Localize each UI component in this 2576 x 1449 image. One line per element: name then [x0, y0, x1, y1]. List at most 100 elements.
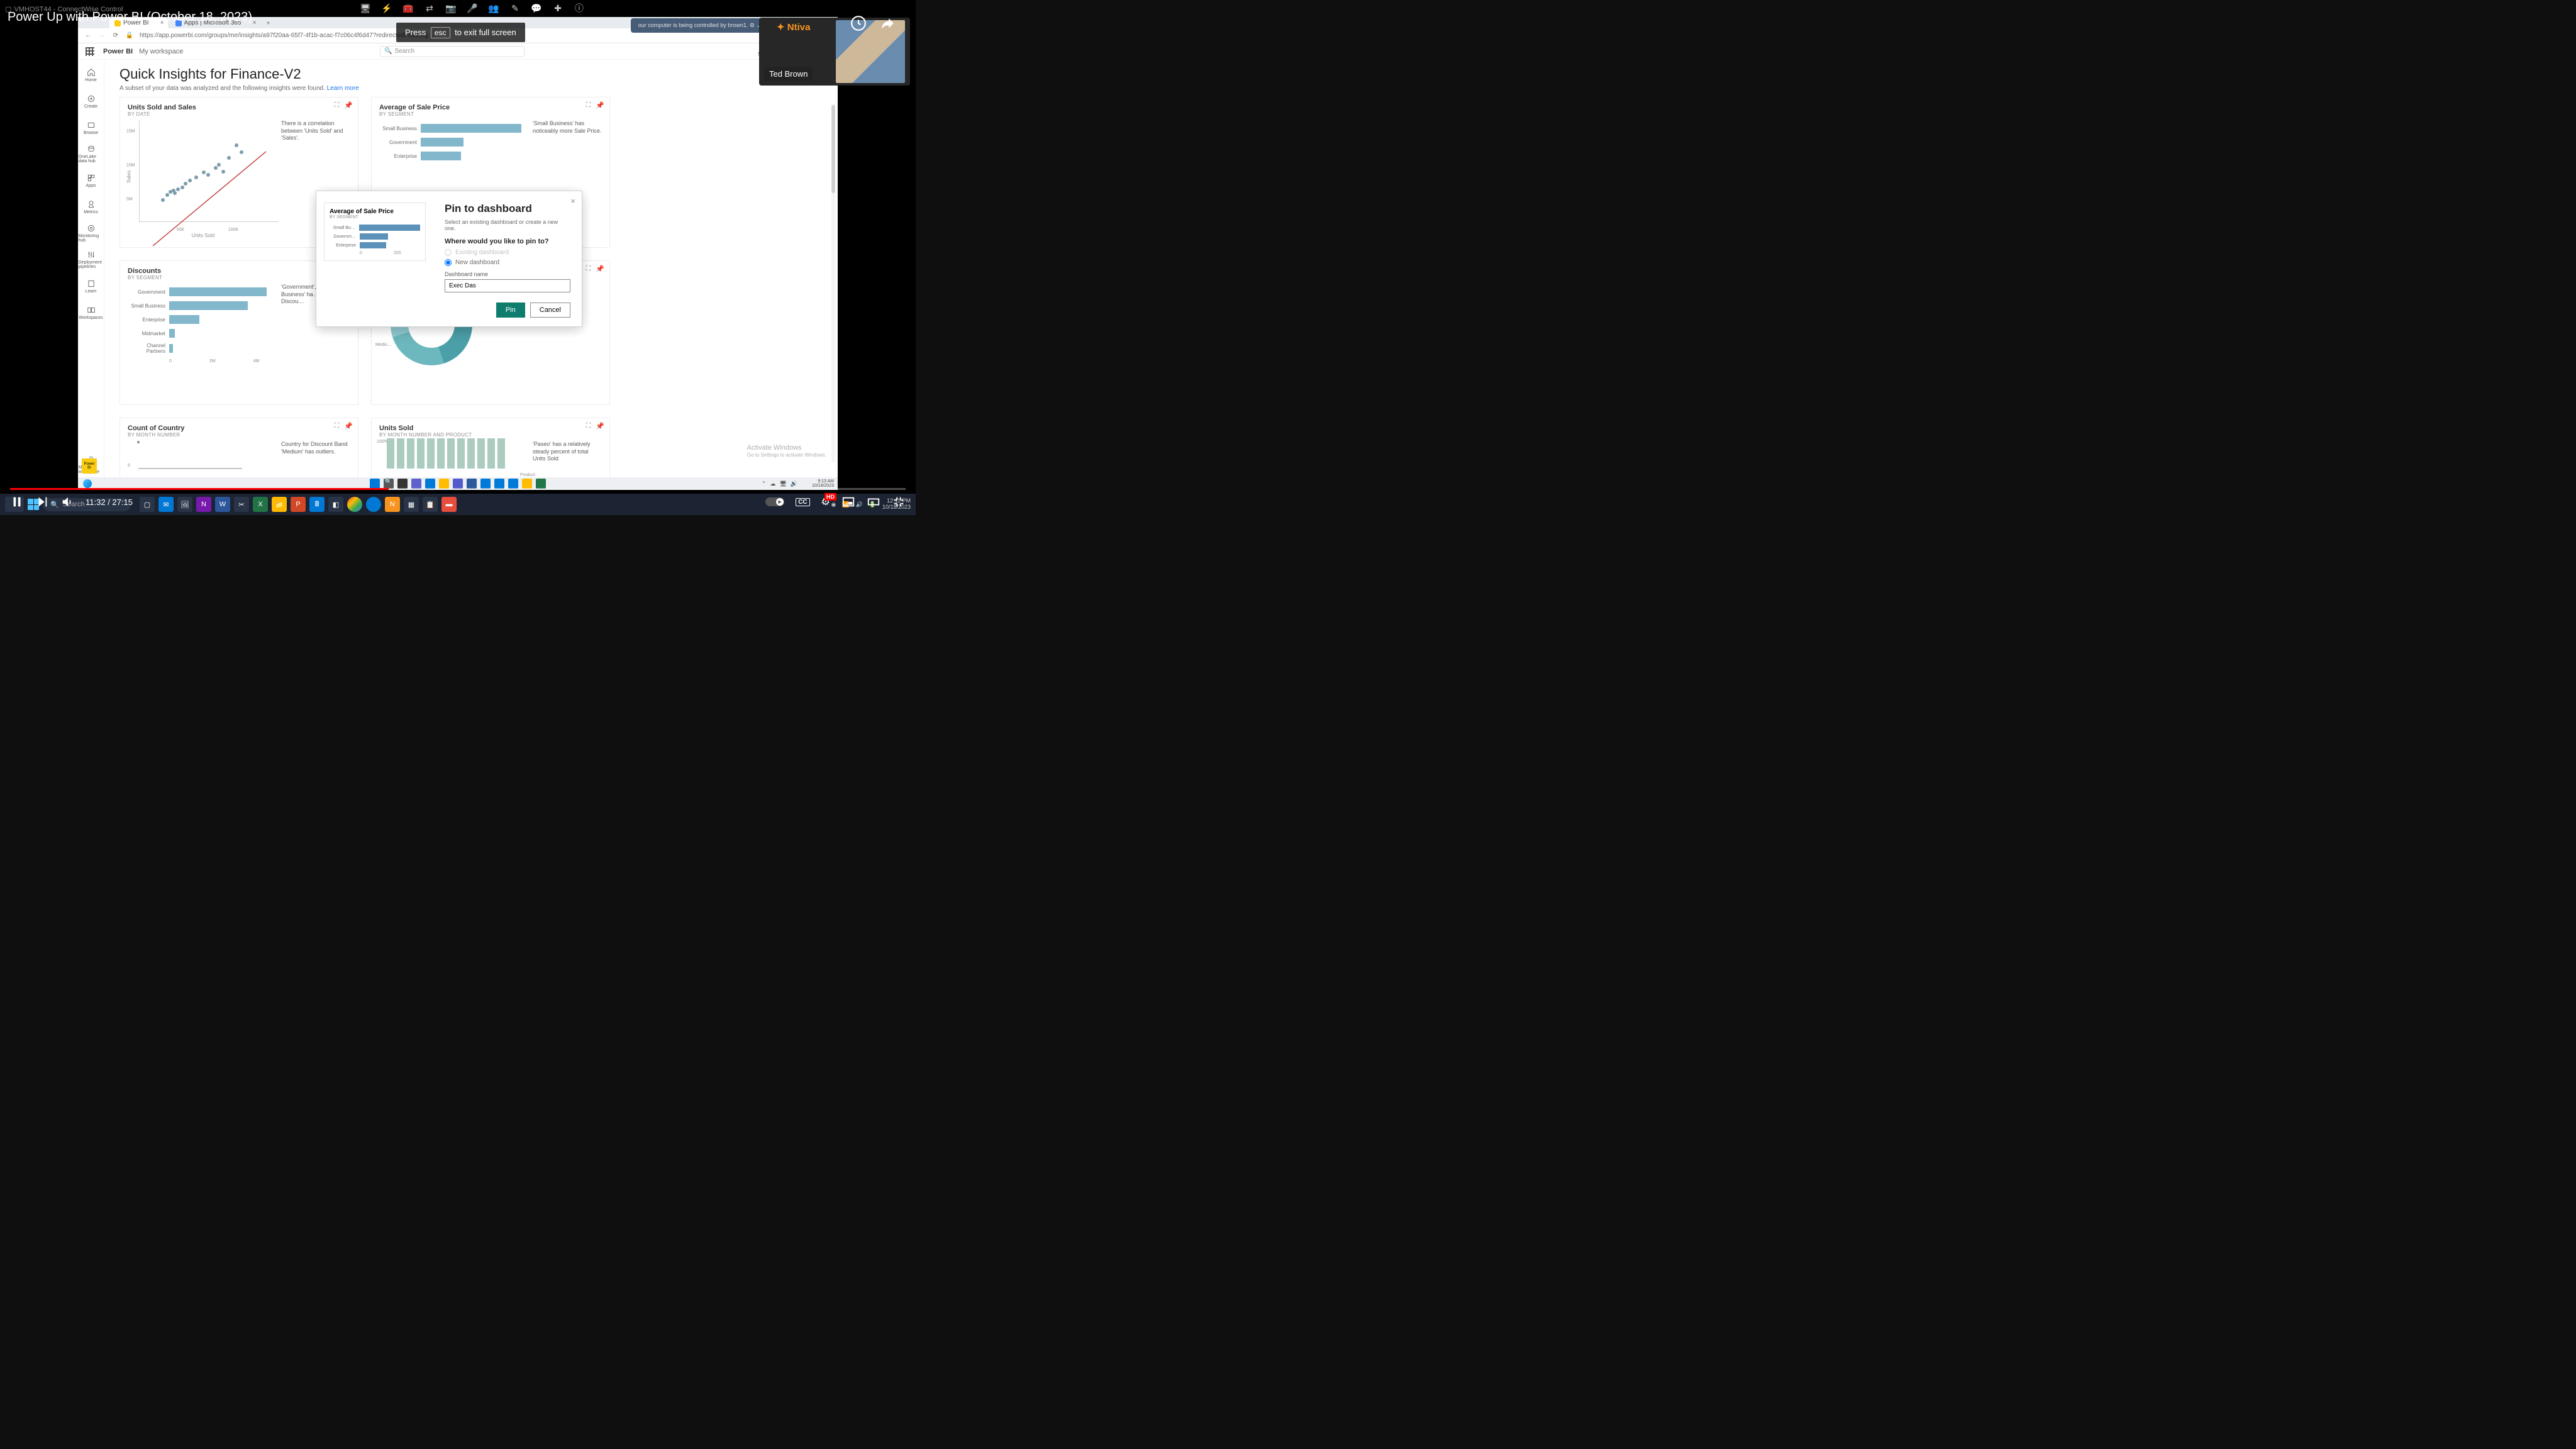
card-subtitle: BY DATE: [128, 111, 350, 117]
app-launcher-icon[interactable]: [86, 47, 94, 56]
tb-teams[interactable]: [411, 479, 421, 489]
video-title: Power Up with Power BI (October 18, 2023…: [8, 10, 252, 25]
nav-metrics[interactable]: Metrics: [79, 194, 104, 219]
forward-icon[interactable]: →: [98, 32, 106, 40]
modal-title: Pin to dashboard: [445, 203, 570, 215]
refresh-icon[interactable]: ⟳: [112, 32, 119, 40]
stacked-bar-chart: [387, 437, 513, 469]
brand-label: Power BI: [103, 48, 133, 55]
modal-close-button[interactable]: ×: [570, 196, 575, 206]
volume-button[interactable]: [60, 495, 74, 509]
youtube-top-actions: [850, 15, 896, 31]
pin-dashboard-modal: Average of Sale Price BY SEGMENT Small B…: [316, 191, 582, 327]
dashboard-name-input[interactable]: [445, 279, 570, 292]
radio-existing[interactable]: Existing dashboard: [445, 249, 570, 256]
card-title: Units Sold: [379, 425, 602, 432]
nav-apps[interactable]: Apps: [79, 168, 104, 193]
focus-icon[interactable]: ⛶: [335, 422, 340, 430]
tb-stickynotes[interactable]: [522, 479, 532, 489]
page-title: Quick Insights for Finance-V2: [119, 66, 823, 82]
lock-icon: 🔒: [126, 32, 133, 40]
ntiva-logo: Ntiva: [777, 21, 810, 33]
edge-icon[interactable]: [83, 479, 92, 488]
nav-workspaces[interactable]: Workspaces: [79, 300, 104, 325]
back-icon[interactable]: ←: [84, 32, 92, 40]
tb-search[interactable]: 🔍: [384, 479, 394, 489]
focus-icon[interactable]: ⛶: [335, 101, 340, 109]
system-tray[interactable]: ⌃☁🖥🔊: [762, 480, 797, 487]
control-banner: our computer is being controlled by brow…: [631, 18, 769, 33]
fullscreen-exit-button[interactable]: [892, 495, 906, 509]
nav-learn[interactable]: Learn: [79, 274, 104, 299]
tb-outlook[interactable]: [480, 479, 491, 489]
tb-teams2[interactable]: [453, 479, 463, 489]
nav-create[interactable]: Create: [79, 89, 104, 114]
cancel-button[interactable]: Cancel: [530, 303, 570, 318]
pin-icon[interactable]: 📌: [596, 422, 604, 430]
axis-label: Mediu…: [375, 343, 392, 347]
remote-clock: 9:13 AM 10/18/2023: [812, 479, 834, 488]
workspace-label[interactable]: My workspace: [139, 48, 183, 55]
nav-onelake[interactable]: OneLake data hub: [79, 142, 104, 167]
nav-deployment[interactable]: Deployment pipelines: [79, 247, 104, 272]
next-button[interactable]: [35, 495, 49, 509]
display-icon[interactable]: 🖥: [360, 3, 371, 14]
settings-button[interactable]: ⚙HD: [821, 496, 830, 508]
tb-windows[interactable]: [370, 479, 380, 489]
toolbox-icon[interactable]: 🧰: [402, 3, 414, 14]
focus-icon[interactable]: ⛶: [586, 265, 591, 273]
scrollbar[interactable]: [831, 104, 835, 462]
insight-card-country: Count of Country BY MONTH NUMBER ⛶📌 Coun…: [119, 418, 358, 477]
tb-store[interactable]: [508, 479, 518, 489]
pinned-app-powerbi[interactable]: Power BI: [82, 458, 97, 474]
focus-icon[interactable]: ⛶: [586, 101, 591, 109]
autoplay-toggle[interactable]: ▶: [765, 497, 784, 506]
learn-more-link[interactable]: Learn more: [327, 85, 359, 92]
info-icon[interactable]: ⓘ: [574, 3, 585, 14]
pin-icon[interactable]: 📌: [344, 101, 353, 109]
focus-icon[interactable]: ⛶: [586, 422, 591, 430]
tb-photos[interactable]: [425, 479, 435, 489]
pin-icon[interactable]: 📌: [344, 422, 353, 430]
miniplayer-button[interactable]: [841, 495, 855, 509]
pin-button[interactable]: Pin: [496, 303, 525, 318]
cc-button[interactable]: CC: [796, 498, 809, 506]
card-insight: 'Paseo' has a relatively steady percent …: [533, 441, 602, 463]
card-insight: There is a correlation between 'Units So…: [281, 120, 350, 142]
card-insight: Country for Discount Band 'Medium' has o…: [281, 441, 350, 455]
tb-taskview[interactable]: [397, 479, 408, 489]
new-tab-button[interactable]: +: [263, 19, 274, 28]
pin-icon[interactable]: 📌: [596, 265, 604, 273]
tb-excel[interactable]: [536, 479, 546, 489]
connectwise-toolbar: 🖥 ⚡ 🧰 ⇄ 📷 🎤 👥 ✎ 💬 ✚ ⓘ: [360, 3, 585, 14]
theater-button[interactable]: [867, 495, 880, 509]
pause-button[interactable]: [10, 495, 24, 509]
mic-icon[interactable]: 🎤: [467, 3, 478, 14]
preview-chart: Small Bu… Governm… Enterprise 0200: [330, 219, 420, 255]
tb-word[interactable]: [467, 479, 477, 489]
nav-home[interactable]: Home: [79, 62, 104, 87]
plus-icon[interactable]: ✚: [552, 3, 564, 14]
progress-bar[interactable]: [10, 488, 906, 490]
powerbi-header: Power BI My workspace 🔍 Search Trial: 58…: [78, 43, 838, 60]
watch-later-icon[interactable]: [850, 15, 867, 31]
modal-question: Where would you like to pin to?: [445, 238, 570, 245]
edit-icon[interactable]: ✎: [509, 3, 521, 14]
people-icon[interactable]: 👥: [488, 3, 499, 14]
transfer-icon[interactable]: ⇄: [424, 3, 435, 14]
chat-icon[interactable]: 💬: [531, 3, 542, 14]
tb-edge[interactable]: [494, 479, 504, 489]
search-input[interactable]: 🔍 Search: [380, 46, 525, 57]
close-icon[interactable]: ×: [253, 19, 257, 26]
tb-explorer[interactable]: [439, 479, 449, 489]
search-icon: 🔍: [384, 48, 392, 55]
bolt-icon[interactable]: ⚡: [381, 3, 392, 14]
nav-monitoring[interactable]: Monitoring hub: [79, 221, 104, 246]
radio-new[interactable]: New dashboard: [445, 259, 570, 266]
scatter-chart: 15M 10M 5M 50K 100K Units Sold Sales: [128, 120, 279, 233]
camera-icon[interactable]: 📷: [445, 3, 457, 14]
pin-icon[interactable]: 📌: [596, 101, 604, 109]
nav-browse[interactable]: Browse: [79, 115, 104, 140]
share-icon[interactable]: [879, 15, 896, 31]
search-placeholder: Search: [394, 48, 414, 55]
